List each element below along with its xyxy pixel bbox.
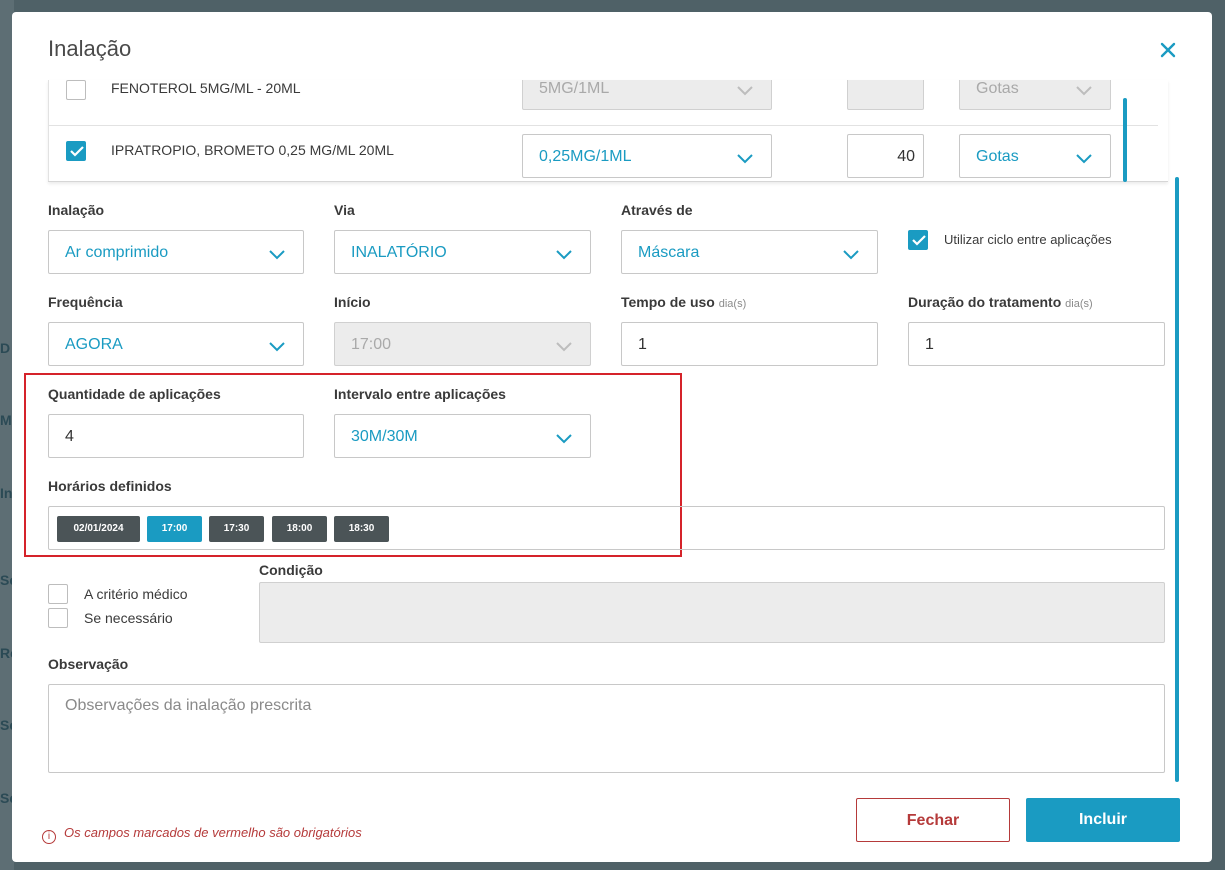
quantity-input[interactable]: 40 [847, 134, 924, 178]
criterio-checkbox[interactable] [48, 584, 68, 604]
time-chip[interactable]: 17:00 [147, 516, 202, 542]
inhalation-dialog: Inalação FENOTEROL 5MG/ML - 20ML 5MG/1ML… [12, 12, 1212, 862]
chevron-down-icon [556, 247, 572, 265]
select-value: Gotas [976, 148, 1019, 165]
medication-list-scrollbar[interactable] [1123, 98, 1127, 182]
info-icon: i [42, 830, 56, 844]
inicio-select[interactable]: 17:00 [334, 322, 591, 366]
concentration-select[interactable]: 5MG/1ML [522, 80, 772, 110]
input-value: 1 [638, 336, 647, 353]
date-chip: 02/01/2024 [57, 516, 140, 542]
medication-list: FENOTEROL 5MG/ML - 20ML 5MG/1ML Gotas IP… [48, 80, 1168, 182]
tempo-uso-label: Tempo de uso dia(s) [621, 294, 747, 310]
inicio-label: Início [334, 294, 371, 310]
textarea-placeholder: Observações da inalação prescrita [65, 697, 312, 714]
select-value: 5MG/1ML [539, 80, 610, 97]
close-button[interactable]: Fechar [856, 798, 1010, 842]
check-icon [70, 146, 84, 157]
inalacao-select[interactable]: Ar comprimido [48, 230, 304, 274]
tempo-uso-input[interactable]: 1 [621, 322, 878, 366]
observacao-textarea[interactable]: Observações da inalação prescrita [48, 684, 1165, 773]
atraves-select[interactable]: Máscara [621, 230, 878, 274]
medication-name: IPRATROPIO, BROMETO 0,25 MG/ML 20ML [111, 142, 394, 158]
medication-checkbox[interactable] [66, 80, 86, 100]
dialog-title: Inalação [48, 36, 132, 61]
concentration-select[interactable]: 0,25MG/1ML [522, 134, 772, 178]
medication-checkbox[interactable] [66, 141, 86, 161]
frequencia-select[interactable]: AGORA [48, 322, 304, 366]
duracao-input[interactable]: 1 [908, 322, 1165, 366]
select-value: Máscara [638, 244, 700, 261]
select-value: AGORA [65, 336, 123, 353]
select-value: 0,25MG/1ML [539, 148, 632, 165]
chevron-down-icon [737, 83, 753, 101]
time-chip[interactable]: 18:30 [334, 516, 389, 542]
intervalo-select[interactable]: 30M/30M [334, 414, 591, 458]
chevron-down-icon [843, 247, 859, 265]
check-icon [912, 235, 926, 246]
frequencia-label: Frequência [48, 294, 123, 310]
chevron-down-icon [737, 151, 753, 169]
time-chip[interactable]: 17:30 [209, 516, 264, 542]
time-chip[interactable]: 18:00 [272, 516, 327, 542]
medication-row: FENOTEROL 5MG/ML - 20ML 5MG/1ML Gotas [48, 80, 1158, 126]
select-value: Ar comprimido [65, 244, 169, 261]
scheduled-times: 02/01/2024 17:00 17:30 18:00 18:30 [48, 506, 1165, 550]
select-value: 17:00 [351, 336, 392, 353]
via-label: Via [334, 202, 355, 218]
horarios-label: Horários definidos [48, 478, 172, 494]
cycle-checkbox[interactable] [908, 230, 928, 250]
select-value: 30M/30M [351, 428, 418, 445]
atraves-label: Através de [621, 202, 693, 218]
criterio-label: A critério médico [84, 586, 188, 602]
medication-row: IPRATROPIO, BROMETO 0,25 MG/ML 20ML 0,25… [48, 126, 1158, 181]
duracao-label: Duração do tratamento dia(s) [908, 294, 1093, 310]
chevron-down-icon [556, 339, 572, 357]
necessario-checkbox[interactable] [48, 608, 68, 628]
condicao-label: Condição [259, 562, 323, 578]
close-icon[interactable] [1156, 38, 1180, 62]
chevron-down-icon [269, 339, 285, 357]
select-value: INALATÓRIO [351, 244, 447, 261]
via-select[interactable]: INALATÓRIO [334, 230, 591, 274]
necessario-label: Se necessário [84, 610, 173, 626]
unit-select[interactable]: Gotas [959, 134, 1111, 178]
chevron-down-icon [269, 247, 285, 265]
chevron-down-icon [1076, 151, 1092, 169]
dialog-scrollbar[interactable] [1175, 177, 1179, 782]
observacao-label: Observação [48, 656, 129, 672]
cycle-label: Utilizar ciclo entre aplicações [944, 232, 1112, 247]
input-value: 4 [65, 428, 74, 445]
chevron-down-icon [556, 431, 572, 449]
background-text: In [0, 485, 13, 501]
input-value: 40 [897, 148, 915, 165]
quantity-input[interactable] [847, 80, 924, 110]
background-text: M [0, 412, 12, 428]
input-value: 1 [925, 336, 934, 353]
unit-select[interactable]: Gotas [959, 80, 1111, 110]
quantidade-input[interactable]: 4 [48, 414, 304, 458]
required-fields-note: i Os campos marcados de vermelho são obri… [42, 825, 362, 844]
select-value: Gotas [976, 80, 1019, 97]
add-button[interactable]: Incluir [1026, 798, 1180, 842]
quantidade-label: Quantidade de aplicações [48, 386, 221, 402]
condicao-field[interactable] [259, 582, 1165, 643]
intervalo-label: Intervalo entre aplicações [334, 386, 506, 402]
chevron-down-icon [1076, 83, 1092, 101]
inalacao-label: Inalação [48, 202, 105, 218]
medication-name: FENOTEROL 5MG/ML - 20ML [111, 80, 301, 96]
background-text: D [0, 340, 11, 356]
